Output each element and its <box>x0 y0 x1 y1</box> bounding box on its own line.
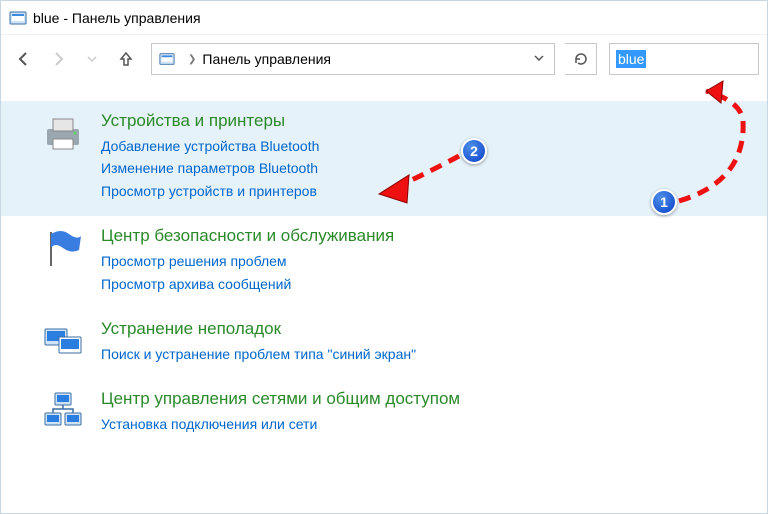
result-link[interactable]: Просмотр архива сообщений <box>101 273 394 295</box>
search-results: Устройства и принтеры Добавление устройс… <box>1 83 767 450</box>
network-icon <box>41 389 85 433</box>
result-title: Центр безопасности и обслуживания <box>101 226 394 246</box>
address-bar[interactable]: ❯ Панель управления <box>151 43 555 75</box>
printer-icon <box>41 111 85 155</box>
search-value: blue <box>616 50 646 68</box>
control-panel-icon <box>9 9 27 27</box>
result-link[interactable]: Поиск и устранение проблем типа "синий э… <box>101 343 416 365</box>
titlebar: blue - Панель управления <box>1 1 767 35</box>
result-network-sharing[interactable]: Центр управления сетями и общим доступом… <box>1 379 767 449</box>
troubleshoot-icon <box>41 319 85 363</box>
result-security-maintenance[interactable]: Центр безопасности и обслуживания Просмо… <box>1 216 767 309</box>
window-title: blue - Панель управления <box>33 10 201 26</box>
forward-button[interactable] <box>43 44 73 74</box>
refresh-button[interactable] <box>565 43 597 75</box>
result-devices-printers[interactable]: Устройства и принтеры Добавление устройс… <box>1 101 767 216</box>
result-title: Центр управления сетями и общим доступом <box>101 389 460 409</box>
control-panel-icon <box>158 50 176 68</box>
back-button[interactable] <box>9 44 39 74</box>
up-button[interactable] <box>111 44 141 74</box>
result-title: Устройства и принтеры <box>101 111 319 131</box>
address-dropdown[interactable] <box>528 53 550 66</box>
address-text: Панель управления <box>202 51 331 67</box>
result-link[interactable]: Изменение параметров Bluetooth <box>101 157 319 179</box>
search-box[interactable]: blue <box>609 43 759 75</box>
flag-icon <box>41 226 85 270</box>
result-link[interactable]: Добавление устройства Bluetooth <box>101 135 319 157</box>
result-link[interactable]: Просмотр устройств и принтеров <box>101 180 319 202</box>
navbar: ❯ Панель управления blue <box>1 35 767 83</box>
result-link[interactable]: Установка подключения или сети <box>101 413 460 435</box>
recent-dropdown[interactable] <box>77 44 107 74</box>
result-title: Устранение неполадок <box>101 319 416 339</box>
chevron-right-icon: ❯ <box>188 54 196 65</box>
result-link[interactable]: Просмотр решения проблем <box>101 250 394 272</box>
result-troubleshoot[interactable]: Устранение неполадок Поиск и устранение … <box>1 309 767 379</box>
control-panel-window: blue - Панель управления ❯ Панель управл… <box>0 0 768 514</box>
